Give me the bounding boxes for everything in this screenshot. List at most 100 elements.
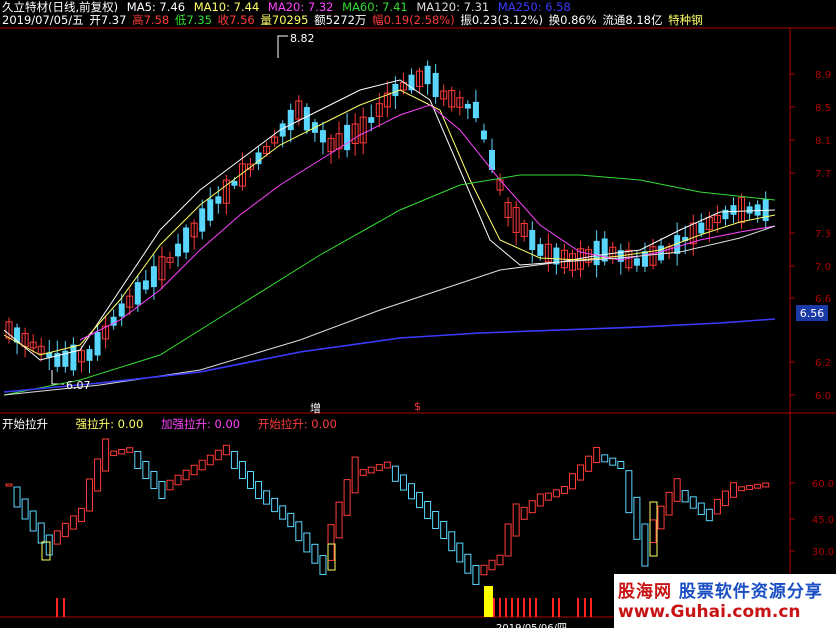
indicator-bar (713, 498, 721, 515)
price-tick-label: 6.2 (815, 358, 831, 369)
stock-title: 久立特材(日线,前复权) (2, 0, 119, 14)
low-price-label: 6.07 (66, 379, 91, 392)
candle-body-down (319, 130, 326, 143)
indicator-bar (681, 490, 689, 503)
extra-strong-rise-value: 加强拉升: 0.00 (160, 417, 241, 431)
indicator-bar (577, 464, 585, 481)
indicator-bar (673, 478, 681, 502)
indicator-bar (649, 519, 657, 544)
indicator-bar (335, 501, 343, 539)
ma120-value: MA120: 7.31 (416, 0, 490, 14)
indicator-bar (512, 503, 520, 537)
indicator-bar (520, 506, 528, 520)
candle-body-down (722, 209, 729, 220)
ma5-line (3, 79, 776, 361)
indicator-bar (472, 565, 480, 585)
indicator-bar (762, 482, 770, 488)
indicator-bar (367, 466, 375, 474)
indicator-bar (456, 542, 464, 563)
indicator-bar (295, 521, 303, 542)
price-tick-label: 8.9 (815, 70, 831, 81)
indicator-bar (343, 479, 351, 516)
kline-chart-area[interactable]: 8.9 8.5 8.1 7.7 7.3 7.0 6.6 6.2 6.0 6.56 60.0 45.0 3… (0, 0, 836, 628)
indicator-bar (416, 491, 424, 509)
indicator-tick-label: 45.0 (812, 515, 834, 526)
indicator-bar (480, 564, 488, 576)
quote-change: 幅0.19(2.58%) (372, 13, 455, 27)
indicator-bar (5, 483, 13, 487)
indicator-bar (609, 457, 617, 466)
indicator-bar (279, 505, 287, 520)
indicator-bar (625, 470, 633, 514)
bottom-date-label: 2019/05/06/四 (496, 619, 567, 628)
indicator-legend: 开始拉升 强拉升: 0.00 加强拉升: 0.00 开始拉升: 0.00 (2, 417, 342, 431)
indicator-bar (271, 497, 279, 513)
indicator-title[interactable]: 开始拉升 (2, 417, 48, 431)
indicator-bar (440, 521, 448, 539)
quote-amount: 额5272万 (314, 13, 367, 27)
indicator-bar (29, 510, 37, 532)
indicator-bar (705, 508, 713, 522)
indicator-bar (754, 483, 762, 489)
ma10-value: MA10: 7.44 (193, 0, 260, 14)
indicator-bar (464, 553, 472, 574)
candle-body-down (94, 332, 101, 356)
candle-body-down (641, 251, 648, 267)
watermark-slogan: 股票软件资源分享 (678, 582, 823, 602)
indicator-bar (158, 481, 166, 499)
ma20-line (79, 104, 776, 341)
quote-high: 高7.58 (132, 13, 170, 27)
price-tick-label: 6.0 (815, 391, 831, 402)
watermark-url: www.Guhai.com.cn (618, 602, 801, 622)
indicator-bar (399, 474, 407, 491)
candle-body-down (303, 107, 310, 131)
indicator-bar (255, 481, 263, 499)
quote-close: 收7.56 (217, 13, 255, 27)
indicator-bar (118, 448, 126, 455)
high-price-pointer (277, 35, 288, 58)
quote-date: 2019/07/05/五 (2, 13, 84, 27)
candle-body-down (150, 266, 157, 288)
indicator-bar (37, 522, 45, 544)
candle-body-down (472, 101, 479, 119)
candle-body-down (464, 103, 471, 109)
candle-body-down (344, 124, 351, 151)
indicator-bar (263, 490, 271, 505)
indicator-bar (552, 489, 560, 498)
candle-body-down (537, 244, 544, 256)
indicator-bar (641, 523, 649, 567)
quote-open: 开7.37 (89, 13, 127, 27)
dollar-mark: $ (414, 400, 421, 413)
indicator-bar (94, 458, 102, 492)
indicator-bar (174, 474, 182, 486)
high-price-label: 8.82 (290, 32, 315, 45)
indicator-bar (303, 532, 311, 553)
indicator-bar (102, 438, 110, 472)
ma60-value: MA60: 7.41 (342, 0, 408, 14)
ma5-value: MA5: 7.46 (126, 0, 186, 14)
ma60-line (3, 174, 776, 396)
strong-rise-value: 强拉升: 0.00 (75, 417, 144, 431)
indicator-bar (166, 479, 174, 491)
ma250-line (3, 318, 776, 393)
ma-legend: 久立特材(日线,前复权) MA5: 7.46 MA10: 7.44 MA20: … (2, 0, 576, 14)
candle-body-down (633, 258, 640, 266)
indicator-bar (110, 450, 118, 457)
quote-category: 特种钢 (668, 13, 703, 27)
indicator-bar (424, 501, 432, 519)
candle-body-down (432, 73, 439, 97)
indicator-bar (214, 449, 222, 461)
watermark-logo: 股海网 股票软件资源分享 www.Guhai.com.cn (614, 574, 836, 628)
indicator-bar (190, 464, 198, 476)
indicator-bar (61, 522, 69, 538)
candle-body-down (175, 243, 182, 257)
candle-body-down (231, 180, 238, 186)
indicator-bar (327, 524, 335, 561)
indicator-bar (375, 464, 383, 471)
indicator-bar (432, 511, 440, 529)
candle-body-down (70, 344, 77, 371)
candle-body-down (529, 230, 536, 250)
indicator-bar (585, 455, 593, 472)
indicator-bar (504, 523, 512, 557)
candle-body-down (593, 240, 600, 266)
